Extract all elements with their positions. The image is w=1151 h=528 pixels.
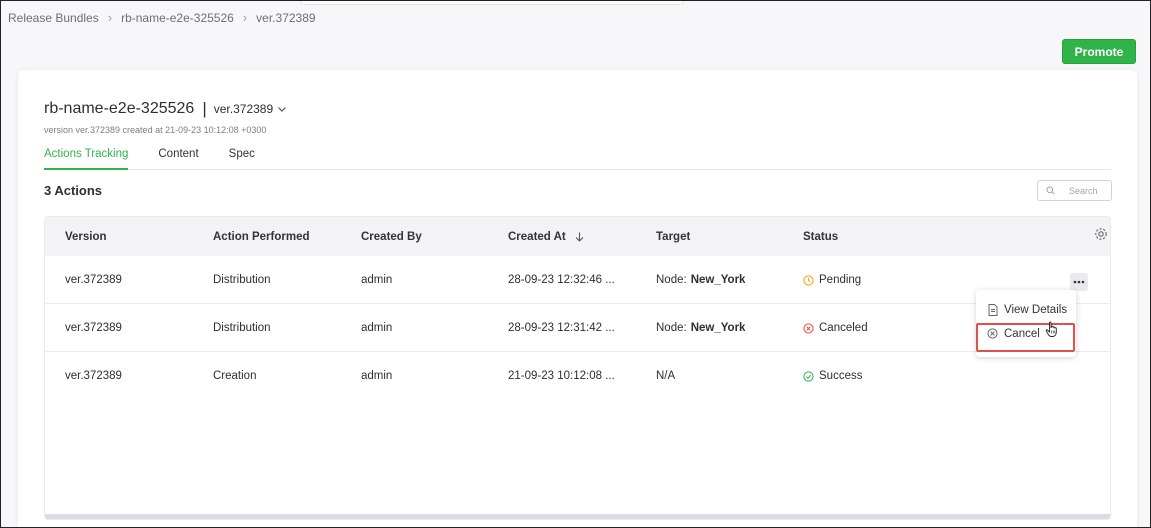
cell-version: ver.372389 <box>65 274 122 286</box>
top-overlay-stub <box>300 0 684 5</box>
tab-content[interactable]: Content <box>158 148 198 170</box>
title-row: rb-name-e2e-325526 | ver.372389 <box>44 99 287 119</box>
cell-created-at: 28-09-23 12:31:42 ... <box>508 322 615 334</box>
breadcrumb-version[interactable]: ver.372389 <box>256 11 315 25</box>
table-row[interactable]: ver.372389 Distribution admin 28-09-23 1… <box>45 256 1110 304</box>
cell-created-by: admin <box>361 274 393 286</box>
document-icon <box>988 304 998 316</box>
row-more-actions-button[interactable] <box>1070 273 1088 291</box>
menu-item-view-details[interactable]: View Details <box>976 302 1076 318</box>
cell-target: Node: New_York <box>656 274 746 286</box>
column-header-created-at[interactable]: Created At <box>508 231 584 243</box>
table-row[interactable]: ver.372389 Distribution admin 28-09-23 1… <box>45 304 1110 352</box>
hand-pointer-cursor-icon <box>1045 321 1057 337</box>
search-box[interactable] <box>1037 180 1112 201</box>
cell-action: Distribution <box>213 322 271 334</box>
breadcrumb-separator-icon: › <box>242 10 248 25</box>
check-circle-icon <box>803 370 814 382</box>
clock-icon <box>803 274 814 286</box>
cell-target: N/A <box>656 370 676 382</box>
row-context-menu: View Details Cancel <box>976 290 1076 357</box>
cell-created-at: 28-09-23 12:32:46 ... <box>508 274 615 286</box>
version-selector[interactable]: ver.372389 <box>214 102 287 116</box>
search-input[interactable] <box>1069 185 1111 196</box>
breadcrumb-release-bundles[interactable]: Release Bundles <box>8 11 99 25</box>
cell-created-at: 21-09-23 10:12:08 ... <box>508 370 615 382</box>
sort-arrow-down-icon <box>575 232 584 242</box>
breadcrumb-separator-icon: › <box>107 10 113 25</box>
tab-bar: Actions Tracking Content Spec <box>44 148 1111 170</box>
cell-created-by: admin <box>361 322 393 334</box>
chevron-down-icon <box>278 107 287 112</box>
version-selector-label: ver.372389 <box>213 102 274 116</box>
table-row[interactable]: ver.372389 Creation admin 21-09-23 10:12… <box>45 352 1110 400</box>
cell-version: ver.372389 <box>65 370 122 382</box>
column-header-created-by[interactable]: Created By <box>361 231 422 243</box>
tab-actions-tracking[interactable]: Actions Tracking <box>44 148 129 170</box>
cell-status: Canceled <box>803 322 868 334</box>
more-horizontal-icon <box>1073 280 1085 284</box>
column-header-target[interactable]: Target <box>656 231 690 243</box>
column-header-version[interactable]: Version <box>65 231 107 243</box>
table-header: Version Action Performed Created By Crea… <box>45 217 1110 256</box>
search-icon <box>1046 186 1055 195</box>
release-bundle-card: rb-name-e2e-325526 | ver.372389 version … <box>18 70 1137 528</box>
actions-count: 3 Actions <box>44 183 103 198</box>
gear-icon[interactable] <box>1094 227 1108 241</box>
tab-spec[interactable]: Spec <box>229 148 255 170</box>
x-circle-icon <box>803 322 814 334</box>
cell-action: Creation <box>213 370 257 382</box>
cell-status: Success <box>803 370 862 382</box>
x-circle-icon <box>987 328 998 339</box>
version-subtitle: version ver.372389 created at 21-09-23 1… <box>44 125 267 135</box>
cell-status: Pending <box>803 274 861 286</box>
menu-item-cancel[interactable]: Cancel <box>977 325 1075 342</box>
breadcrumb-bundle-name[interactable]: rb-name-e2e-325526 <box>121 11 234 25</box>
column-header-status[interactable]: Status <box>803 231 838 243</box>
cell-version: ver.372389 <box>65 322 122 334</box>
cell-action: Distribution <box>213 274 271 286</box>
breadcrumb: Release Bundles › rb-name-e2e-325526 › v… <box>8 10 316 25</box>
column-header-action-performed[interactable]: Action Performed <box>213 231 310 243</box>
title-divider: | <box>202 99 207 118</box>
actions-table: Version Action Performed Created By Crea… <box>44 216 1111 520</box>
cell-target: Node: New_York <box>656 322 746 334</box>
promote-button[interactable]: Promote <box>1062 39 1136 64</box>
bundle-title: rb-name-e2e-325526 <box>44 100 195 117</box>
cell-created-by: admin <box>361 370 393 382</box>
horizontal-scrollbar[interactable] <box>45 514 1110 519</box>
